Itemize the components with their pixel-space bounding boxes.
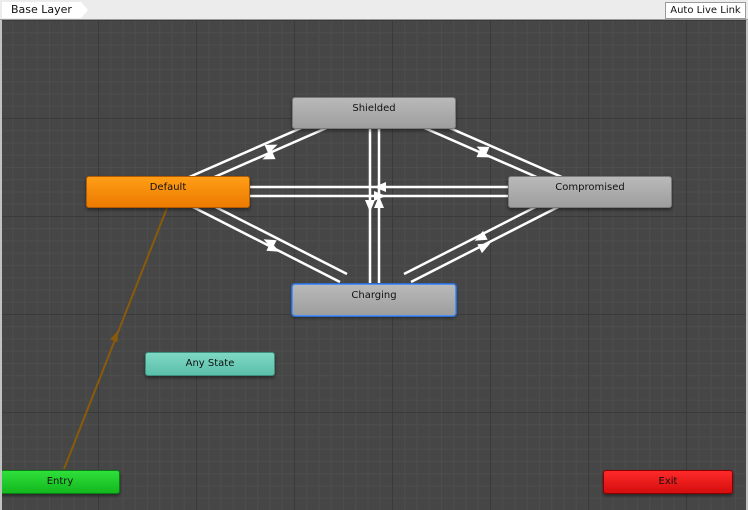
transition-default-charging[interactable]	[186, 202, 341, 284]
state-any-state-label: Any State	[185, 358, 235, 369]
transition-arrow-entry-default	[110, 330, 118, 343]
state-any-state[interactable]: Any State	[145, 352, 275, 376]
transition-links	[63, 109, 565, 470]
state-exit[interactable]: Exit	[603, 470, 733, 494]
state-default-label: Default	[149, 182, 187, 193]
state-shielded-label: Shielded	[352, 103, 396, 114]
state-charging[interactable]: Charging	[292, 284, 456, 316]
transition-compromised-charging[interactable]	[410, 202, 565, 284]
state-shielded[interactable]: Shielded	[292, 97, 456, 129]
auto-live-link-button[interactable]: Auto Live Link	[665, 2, 746, 19]
state-machine-graph[interactable]: Shielded Default Compromised Charging An…	[2, 20, 746, 510]
transition-arrow-shielded-charging	[365, 200, 375, 212]
state-charging-label: Charging	[351, 290, 397, 301]
state-compromised-label: Compromised	[555, 182, 625, 193]
state-entry-label: Entry	[46, 476, 74, 487]
graph-toolbar: Base Layer Auto Live Link	[0, 0, 748, 20]
state-entry[interactable]: Entry	[2, 470, 120, 494]
breadcrumb-base-layer[interactable]: Base Layer	[2, 2, 88, 18]
state-exit-label: Exit	[658, 476, 678, 487]
state-default[interactable]: Default	[86, 176, 250, 208]
state-compromised[interactable]: Compromised	[508, 176, 672, 208]
